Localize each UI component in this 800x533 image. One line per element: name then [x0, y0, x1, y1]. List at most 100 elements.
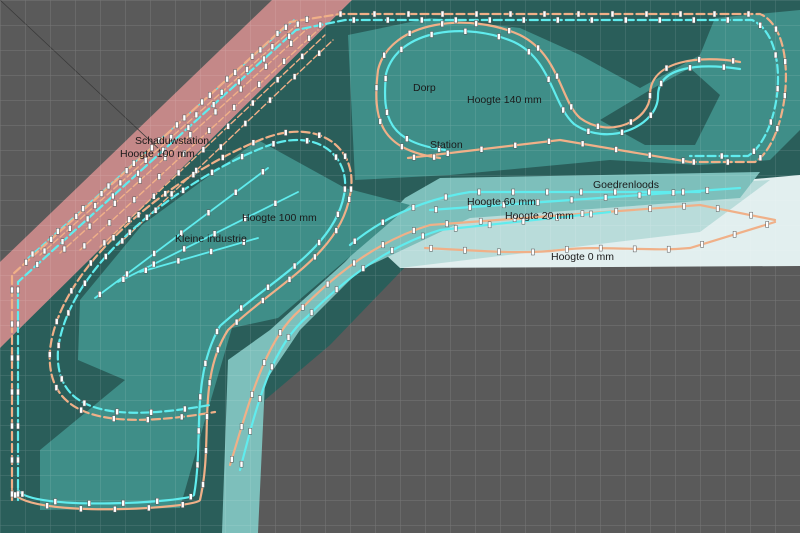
track-marker	[746, 10, 751, 18]
track-marker	[648, 111, 653, 119]
track-marker	[429, 31, 434, 38]
track-marker	[201, 146, 206, 153]
track-marker	[127, 216, 131, 223]
track-marker	[251, 99, 255, 107]
track-marker	[10, 286, 14, 294]
track-marker	[421, 232, 425, 240]
track-marker	[203, 360, 208, 367]
track-marker	[221, 154, 225, 161]
track-marker	[106, 182, 111, 190]
track-marker	[240, 153, 244, 160]
track-marker	[207, 379, 212, 387]
track-marker	[204, 447, 208, 454]
track-marker	[445, 150, 450, 157]
track-marker	[513, 142, 518, 149]
track-marker	[334, 286, 339, 293]
track-marker	[121, 276, 126, 283]
track-marker	[10, 354, 14, 362]
track-marker	[700, 241, 704, 248]
track-plan	[0, 0, 800, 533]
track-marker	[361, 265, 366, 272]
track-marker	[45, 502, 49, 509]
track-marker	[307, 34, 311, 42]
track-marker	[382, 51, 386, 59]
track-marker	[115, 408, 119, 416]
track-marker	[48, 351, 52, 358]
track-marker	[287, 276, 292, 283]
track-marker	[245, 66, 249, 73]
track-marker	[266, 283, 270, 291]
track-marker	[219, 88, 224, 96]
track-marker	[209, 248, 213, 255]
track-marker	[175, 121, 179, 129]
track-marker	[127, 229, 132, 236]
track-marker	[98, 291, 102, 298]
track-marker	[407, 30, 412, 37]
track-marker	[629, 118, 633, 126]
track-marker	[10, 490, 14, 498]
track-marker	[692, 16, 696, 24]
track-marker	[271, 140, 276, 148]
track-marker	[216, 346, 220, 354]
track-marker	[749, 211, 753, 219]
track-marker	[664, 64, 669, 72]
track-marker	[726, 16, 730, 24]
track-marker	[678, 10, 683, 18]
track-marker	[531, 248, 535, 256]
track-marker	[758, 22, 762, 29]
track-marker	[124, 167, 129, 174]
track-marker	[152, 250, 156, 257]
track-marker	[82, 399, 87, 407]
track-marker	[637, 191, 642, 199]
track-marker	[658, 16, 662, 24]
track-marker	[195, 461, 200, 469]
track-marker	[681, 188, 685, 196]
track-marker	[261, 168, 265, 176]
track-marker	[317, 49, 321, 57]
track-marker	[189, 493, 193, 500]
track-marker	[648, 92, 652, 99]
track-marker	[769, 118, 773, 126]
track-marker	[35, 261, 40, 268]
track-marker	[225, 75, 229, 83]
track-marker	[10, 456, 14, 464]
track-marker	[69, 287, 74, 295]
track-marker	[309, 309, 314, 316]
track-marker	[125, 270, 129, 278]
track-marker	[102, 239, 107, 247]
track-marker	[508, 10, 513, 18]
track-marker	[719, 152, 724, 160]
label-dorp: Dorp	[413, 82, 436, 94]
track-marker	[239, 460, 244, 468]
track-marker	[83, 280, 87, 287]
track-marker	[112, 415, 116, 422]
track-marker	[317, 131, 322, 139]
track-marker	[411, 204, 416, 211]
track-marker	[522, 16, 526, 24]
track-marker	[347, 196, 351, 203]
track-marker	[474, 10, 479, 18]
track-marker	[305, 16, 309, 23]
track-marker	[152, 193, 156, 200]
track-marker	[16, 320, 20, 328]
track-marker	[268, 96, 272, 104]
track-marker	[68, 225, 72, 232]
track-marker	[545, 188, 549, 196]
track-marker	[715, 205, 720, 212]
track-marker	[536, 44, 540, 52]
track-marker	[169, 190, 174, 198]
track-marker	[155, 497, 159, 505]
track-marker	[198, 393, 203, 401]
track-marker	[478, 217, 483, 225]
track-marker	[487, 221, 492, 229]
track-marker	[352, 16, 356, 24]
track-marker	[136, 211, 141, 218]
track-marker	[20, 490, 25, 498]
track-marker	[99, 190, 104, 197]
track-marker	[262, 55, 266, 63]
track-marker	[283, 129, 288, 136]
track-marker	[282, 58, 286, 65]
track-marker	[292, 73, 297, 80]
track-marker	[443, 193, 448, 201]
track-marker	[81, 205, 85, 212]
